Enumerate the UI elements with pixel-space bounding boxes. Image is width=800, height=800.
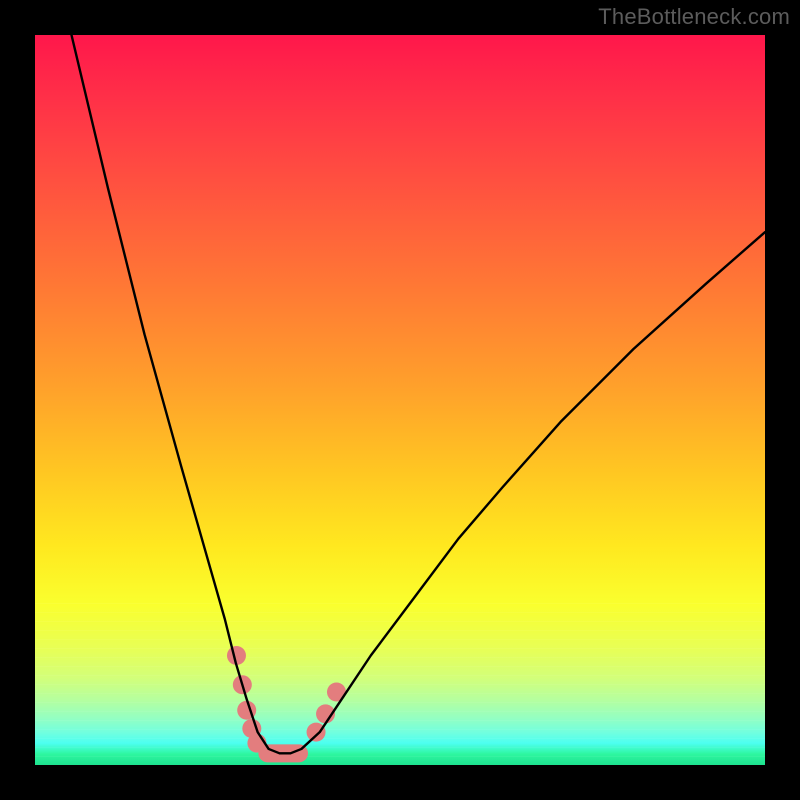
plot-area <box>35 35 765 765</box>
watermark-text: TheBottleneck.com <box>598 4 790 30</box>
annotation-markers <box>227 646 346 762</box>
curve-layer <box>35 35 765 765</box>
bottleneck-curve <box>72 35 766 753</box>
chart-container: TheBottleneck.com <box>0 0 800 800</box>
